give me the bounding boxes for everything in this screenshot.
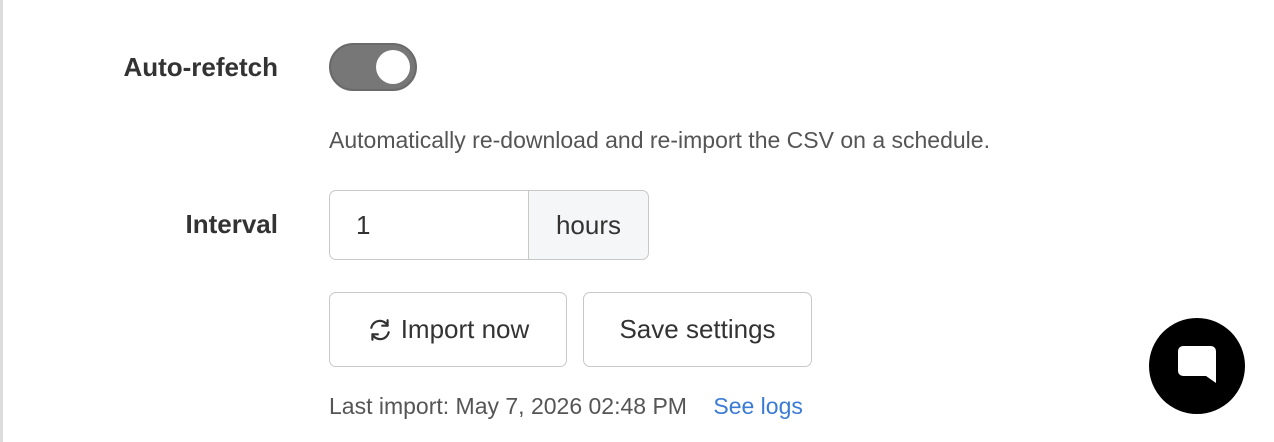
auto-refetch-help-text: Automatically re-download and re-import … xyxy=(329,127,990,153)
auto-refetch-label: Auto-refetch xyxy=(123,52,278,82)
chat-button[interactable] xyxy=(1149,318,1245,414)
last-import-status: Last import: May 7, 2026 02:48 PM See lo… xyxy=(329,393,803,420)
import-now-button[interactable]: Import now xyxy=(329,292,567,367)
interval-unit-addon: hours xyxy=(528,190,649,260)
see-logs-link[interactable]: See logs xyxy=(713,393,803,419)
refresh-icon xyxy=(367,317,393,343)
interval-label: Interval xyxy=(185,209,279,239)
last-import-text: Last import: May 7, 2026 02:48 PM xyxy=(329,393,687,419)
import-now-label: Import now xyxy=(400,314,530,344)
chat-bubble-icon xyxy=(1173,340,1221,393)
interval-input-group: hours xyxy=(329,190,649,260)
interval-input[interactable] xyxy=(329,190,528,260)
toggle-knob xyxy=(376,50,410,84)
save-settings-button[interactable]: Save settings xyxy=(583,292,812,367)
settings-panel: Auto-refetch Automatically re-download a… xyxy=(0,0,1274,442)
auto-refetch-toggle[interactable] xyxy=(329,43,417,91)
